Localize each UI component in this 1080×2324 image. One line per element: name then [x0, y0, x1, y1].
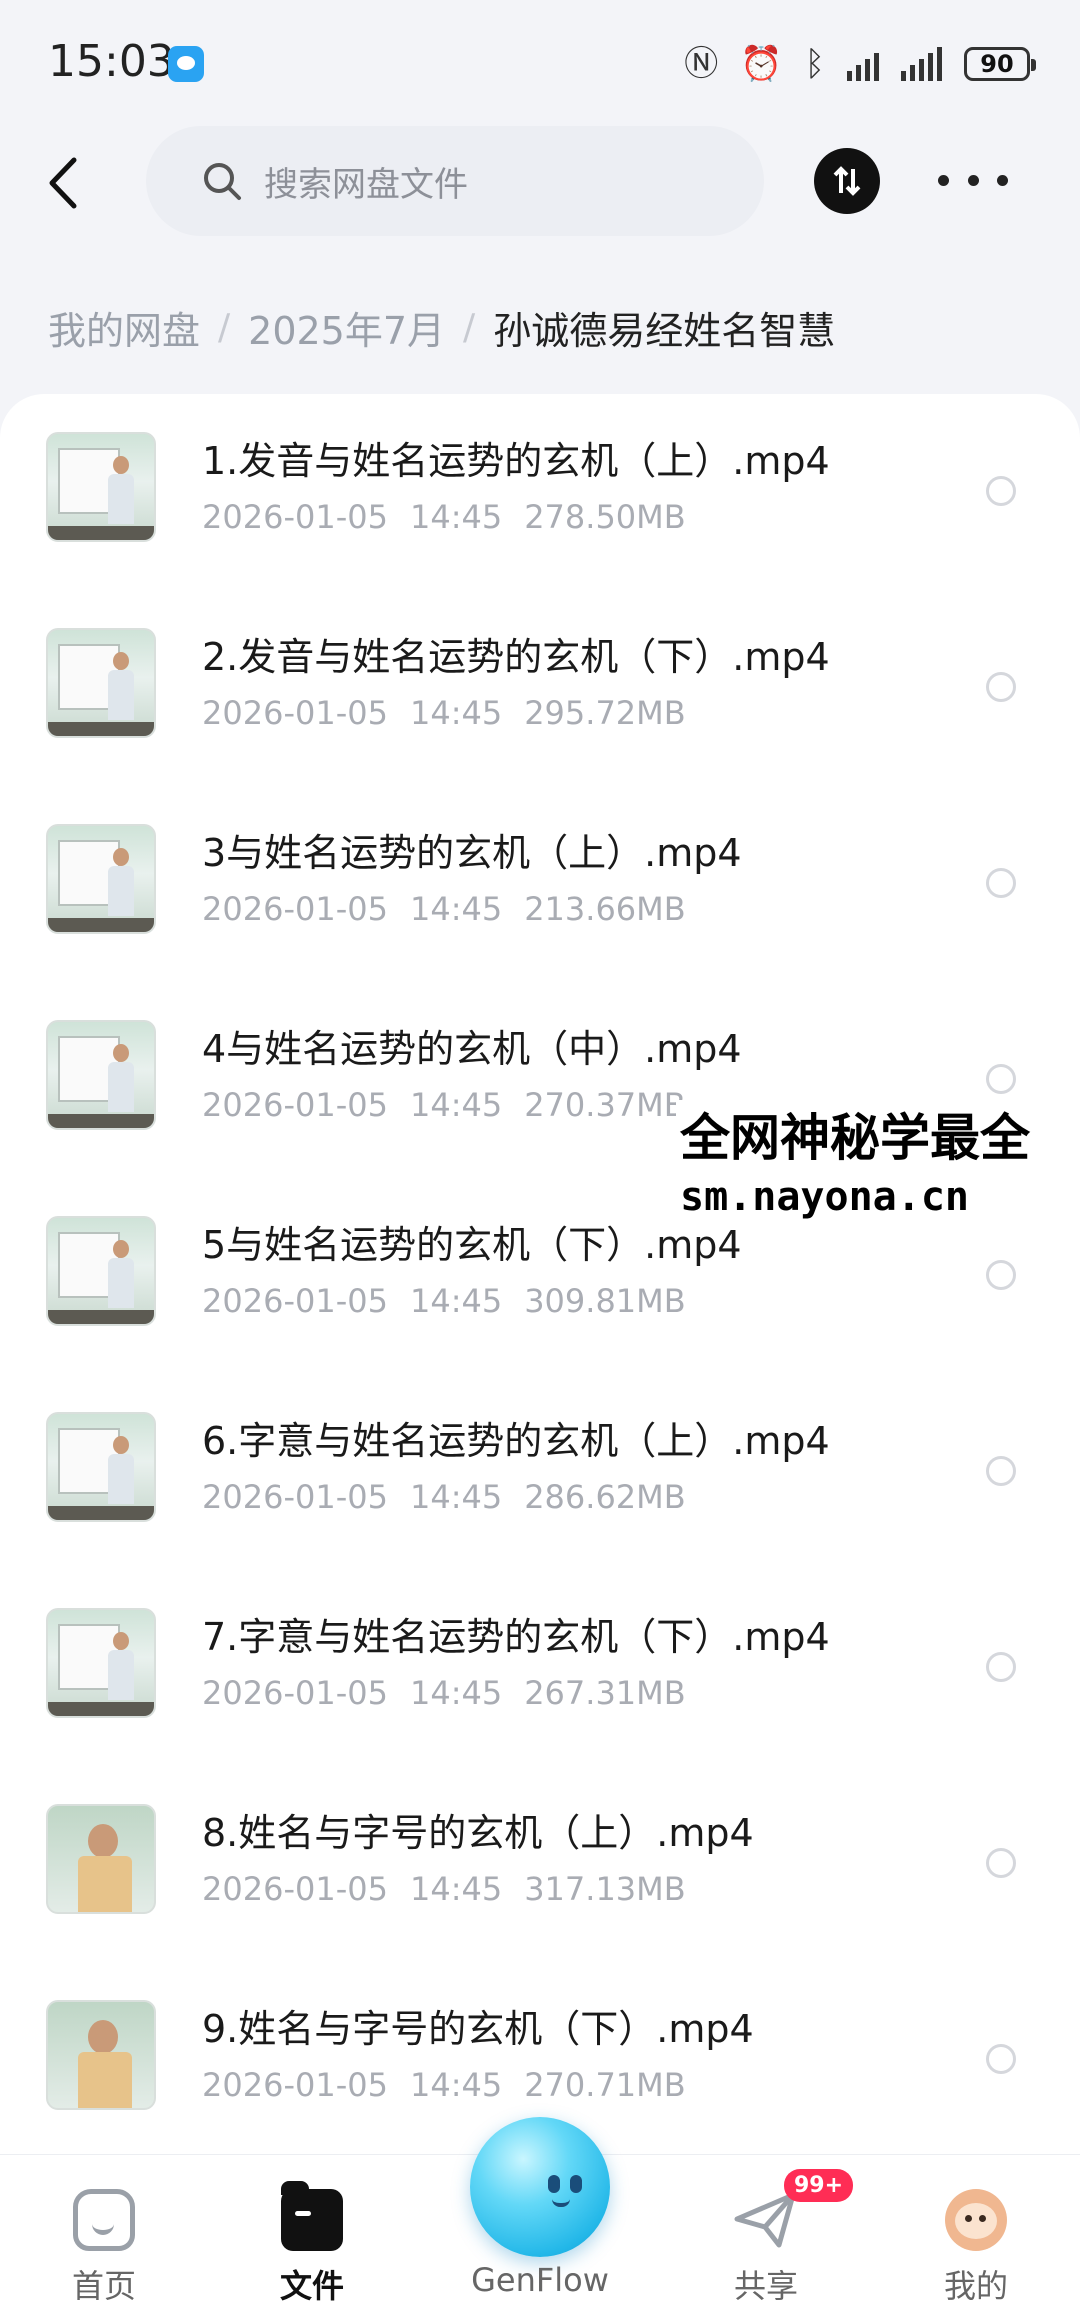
file-meta: 2026-01-05 14:45 270.37MB [202, 1086, 686, 1124]
status-icons: Ⓝ ⏰ ᛒ 90 [684, 44, 1036, 84]
breadcrumb: 我的网盘 / 2025年7月 / 孙诚德易经姓名智慧 [48, 300, 835, 355]
file-row[interactable]: 3与姓名运势的玄机（上）.mp4 2026-01-05 14:45 213.66MB [0, 786, 1080, 982]
bottom-nav: 首页 文件 GenFlow 共享 99+ 我的 [0, 2117, 1080, 2324]
status-bar: 15:03 Ⓝ ⏰ ᛒ 90 [0, 0, 1080, 130]
video-thumbnail [46, 1412, 156, 1522]
select-radio[interactable] [986, 672, 1016, 702]
file-name: 8.姓名与字号的玄机（上）.mp4 [202, 1811, 754, 1855]
video-thumbnail [46, 824, 156, 934]
video-thumbnail [46, 1804, 156, 1914]
file-meta: 2026-01-05 14:45 278.50MB [202, 498, 686, 536]
file-row[interactable]: 1.发音与姓名运势的玄机（上）.mp4 2026-01-05 14:45 278.5… [0, 394, 1080, 590]
watermark-line-1: 全网神秘学最全 [680, 1109, 1030, 1167]
file-row[interactable]: 8.姓名与字号的玄机（上）.mp4 2026-01-05 14:45 317.13M… [0, 1766, 1080, 1962]
nav-files[interactable]: 文件 [242, 2155, 382, 2324]
nav-share-label: 共享 [733, 2267, 798, 2305]
select-radio[interactable] [986, 868, 1016, 898]
video-thumbnail [46, 1608, 156, 1718]
sort-arrows-icon [833, 166, 861, 196]
more-options-button[interactable] [938, 160, 1008, 200]
signal-icon [847, 47, 879, 81]
nfc-icon: Ⓝ [684, 44, 719, 84]
nav-home[interactable]: 首页 [34, 2155, 174, 2324]
search-placeholder: 搜索网盘文件 [264, 164, 468, 205]
file-row[interactable]: 6.字意与姓名运势的玄机（上）.mp4 2026-01-05 14:45 286.6… [0, 1374, 1080, 1570]
select-radio[interactable] [986, 1652, 1016, 1682]
folder-icon [281, 2181, 343, 2251]
video-thumbnail [46, 2000, 156, 2110]
select-radio[interactable] [986, 1848, 1016, 1878]
select-radio[interactable] [986, 476, 1016, 506]
breadcrumb-separator: / [218, 307, 231, 348]
nav-home-label: 首页 [71, 2267, 136, 2305]
video-thumbnail [46, 1216, 156, 1326]
chevron-left-icon [49, 157, 77, 209]
file-name: 9.姓名与字号的玄机（下）.mp4 [202, 2007, 754, 2051]
file-name: 2.发音与姓名运势的玄机（下）.mp4 [202, 635, 830, 679]
file-row[interactable]: 7.字意与姓名运势的玄机（下）.mp4 2026-01-05 14:45 267.3… [0, 1570, 1080, 1766]
select-radio[interactable] [986, 1260, 1016, 1290]
more-dot-icon [997, 174, 1008, 186]
select-radio[interactable] [986, 2044, 1016, 2074]
nav-mine-label: 我的 [943, 2267, 1008, 2305]
back-button[interactable] [38, 148, 88, 218]
file-meta: 2026-01-05 14:45 309.81MB [202, 1282, 686, 1320]
alarm-icon: ⏰ [740, 44, 783, 84]
sort-button[interactable] [814, 148, 880, 214]
file-name: 1.发音与姓名运势的玄机（上）.mp4 [202, 439, 830, 483]
watermark-overlay: 全网神秘学最全 sm.nayona.cn [676, 1100, 1042, 1230]
avatar [945, 2189, 1007, 2251]
signal-2-icon [901, 47, 942, 81]
file-name: 6.字意与姓名运势的玄机（上）.mp4 [202, 1419, 830, 1463]
message-notification-icon [168, 46, 204, 82]
video-thumbnail [46, 432, 156, 542]
file-name: 5与姓名运势的玄机（下）.mp4 [202, 1223, 742, 1267]
file-meta: 2026-01-05 14:45 317.13MB [202, 1870, 686, 1908]
search-icon [204, 163, 241, 200]
search-input[interactable]: 搜索网盘文件 [146, 126, 764, 236]
breadcrumb-separator: / [463, 307, 476, 348]
home-icon [73, 2189, 135, 2251]
nav-mine[interactable]: 我的 [906, 2155, 1046, 2324]
file-meta: 2026-01-05 14:45 267.31MB [202, 1674, 686, 1712]
file-meta: 2026-01-05 14:45 295.72MB [202, 694, 686, 732]
battery-icon: 90 [964, 47, 1036, 81]
nav-genflow-label: GenFlow [471, 2261, 609, 2299]
video-thumbnail [46, 628, 156, 738]
bluetooth-icon: ᛒ [804, 44, 825, 84]
more-dot-icon [967, 174, 979, 186]
breadcrumb-root[interactable]: 我的网盘 [48, 300, 200, 355]
file-list: 1.发音与姓名运势的玄机（上）.mp4 2026-01-05 14:45 278.5… [0, 394, 1080, 2154]
share-badge: 99+ [784, 2169, 854, 2202]
video-thumbnail [46, 1020, 156, 1130]
select-radio[interactable] [986, 1456, 1016, 1486]
file-row[interactable]: 2.发音与姓名运势的玄机（下）.mp4 2026-01-05 14:45 295.7… [0, 590, 1080, 786]
breadcrumb-current: 孙诚德易经姓名智慧 [493, 309, 836, 353]
file-meta: 2026-01-05 14:45 270.71MB [202, 2066, 686, 2104]
nav-files-label: 文件 [279, 2267, 344, 2305]
select-radio[interactable] [986, 1064, 1016, 1094]
file-name: 4与姓名运势的玄机（中）.mp4 [202, 1027, 742, 1071]
file-name: 3与姓名运势的玄机（上）.mp4 [202, 831, 742, 875]
watermark-line-2: sm.nayona.cn [680, 1174, 969, 1220]
breadcrumb-folder[interactable]: 2025年7月 [248, 300, 445, 355]
file-meta: 2026-01-05 14:45 213.66MB [202, 890, 686, 928]
file-name: 7.字意与姓名运势的玄机（下）.mp4 [202, 1615, 830, 1659]
file-meta: 2026-01-05 14:45 286.62MB [202, 1478, 686, 1516]
nav-genflow[interactable]: GenFlow [460, 2155, 620, 2324]
more-dot-icon [938, 174, 949, 186]
status-time: 15:03 [48, 36, 175, 87]
